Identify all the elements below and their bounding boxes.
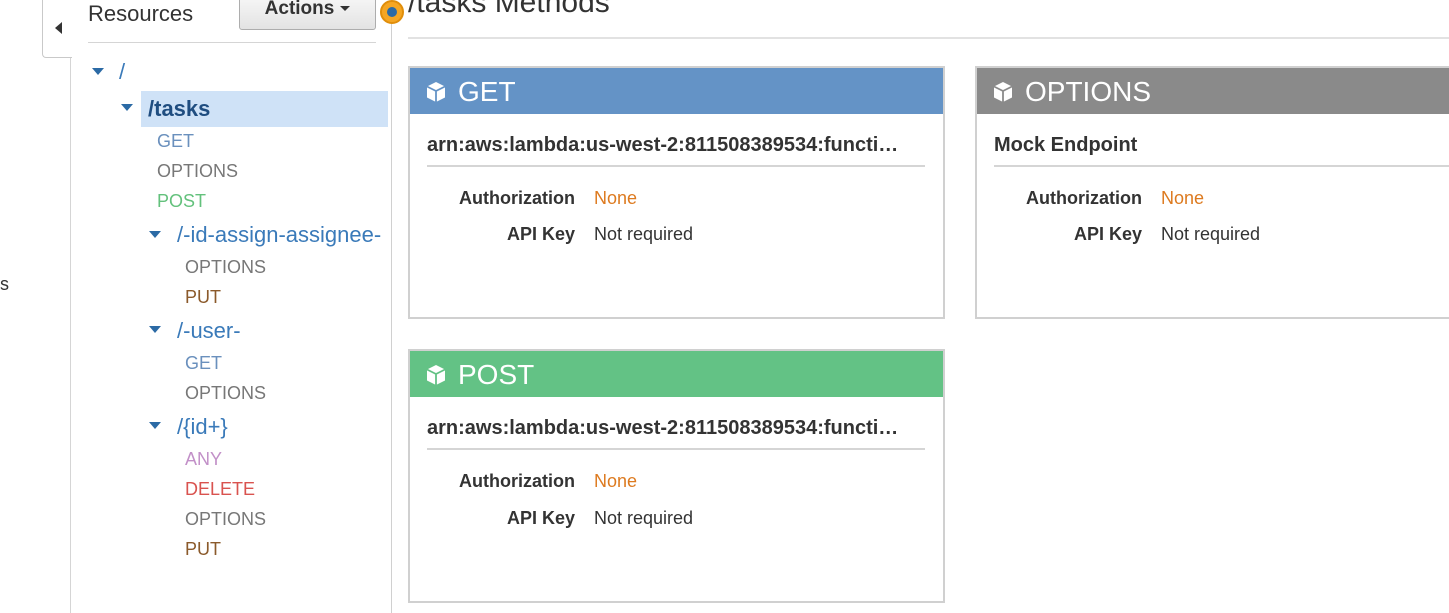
tree-method-options[interactable]: OPTIONS: [185, 257, 266, 278]
page-title: /tasks Methods: [408, 0, 610, 19]
tree-method-options[interactable]: OPTIONS: [185, 383, 266, 404]
caret-down-icon: [340, 6, 351, 12]
tree-method-get[interactable]: GET: [157, 131, 194, 152]
caret-down-icon[interactable]: [92, 68, 104, 75]
left-panel-text: s: [0, 274, 9, 294]
api-key-value: Not required: [594, 224, 694, 244]
api-key-value: Not required: [1161, 224, 1261, 244]
tree-method-any[interactable]: ANY: [185, 449, 222, 470]
api-key-label: API Key: [1073, 224, 1142, 244]
authorization-value: None: [594, 471, 638, 491]
method-card-options[interactable]: OPTIONS Mock Endpoint Authorization None…: [975, 66, 1449, 319]
panel-splitter[interactable]: [391, 0, 392, 613]
caret-down-icon[interactable]: [149, 326, 161, 333]
authorization-value: None: [594, 188, 638, 208]
tree-method-options[interactable]: OPTIONS: [157, 161, 238, 182]
tree-method-put[interactable]: PUT: [185, 287, 221, 308]
caret-down-icon[interactable]: [121, 104, 133, 111]
collapse-panel-button[interactable]: [42, 0, 72, 58]
tree-method-get[interactable]: GET: [185, 353, 222, 374]
card-method-label: OPTIONS: [1025, 76, 1152, 107]
card-header-post[interactable]: POST: [410, 351, 943, 397]
integration-arn[interactable]: arn:aws:lambda:us-west-2:811508389534:fu…: [427, 134, 925, 167]
api-key-label: API Key: [506, 508, 575, 528]
actions-label: Actions: [264, 0, 335, 19]
api-key-label: API Key: [506, 224, 575, 244]
chevron-left-icon: [55, 22, 62, 34]
authorization-value: None: [1161, 188, 1205, 208]
tree-method-options[interactable]: OPTIONS: [185, 509, 266, 530]
integration-mock[interactable]: Mock Endpoint: [994, 134, 1449, 167]
actions-button[interactable]: Actions: [239, 0, 376, 30]
tree-resource-root[interactable]: /: [119, 59, 125, 85]
cube-icon: [993, 82, 1013, 102]
caret-down-icon[interactable]: [149, 422, 161, 429]
authorization-label: Authorization: [1026, 188, 1142, 208]
card-method-label: POST: [458, 359, 535, 390]
tree-method-delete[interactable]: DELETE: [185, 479, 255, 500]
splitter-handle-icon[interactable]: [380, 0, 404, 24]
tree-method-put[interactable]: PUT: [185, 539, 221, 560]
card-header-options[interactable]: OPTIONS: [977, 68, 1449, 114]
tree-resource-user[interactable]: /-user-: [177, 318, 241, 344]
integration-arn[interactable]: arn:aws:lambda:us-west-2:811508389534:fu…: [427, 417, 925, 450]
card-method-label: GET: [458, 76, 516, 107]
tree-method-post[interactable]: POST: [157, 191, 206, 212]
authorization-label: Authorization: [459, 471, 575, 491]
resources-divider: [88, 42, 376, 43]
method-card-get[interactable]: GET arn:aws:lambda:us-west-2:81150838953…: [408, 66, 945, 319]
method-card-post[interactable]: POST arn:aws:lambda:us-west-2:8115083895…: [408, 349, 945, 603]
title-divider: [408, 37, 1449, 39]
caret-down-icon[interactable]: [149, 231, 161, 238]
card-header-get[interactable]: GET: [410, 68, 943, 114]
resources-title: Resources: [88, 1, 194, 26]
splitter-dot: [387, 7, 397, 17]
panel-divider: [70, 58, 71, 613]
tree-resource-tasks[interactable]: /tasks: [148, 96, 210, 122]
api-key-value: Not required: [594, 508, 694, 528]
tree-resource-idplus[interactable]: /{id+}: [177, 414, 228, 440]
cube-icon: [426, 365, 446, 385]
authorization-label: Authorization: [459, 188, 575, 208]
tree-resource-assign[interactable]: /-id-assign-assignee-: [177, 222, 381, 248]
cube-icon: [426, 82, 446, 102]
